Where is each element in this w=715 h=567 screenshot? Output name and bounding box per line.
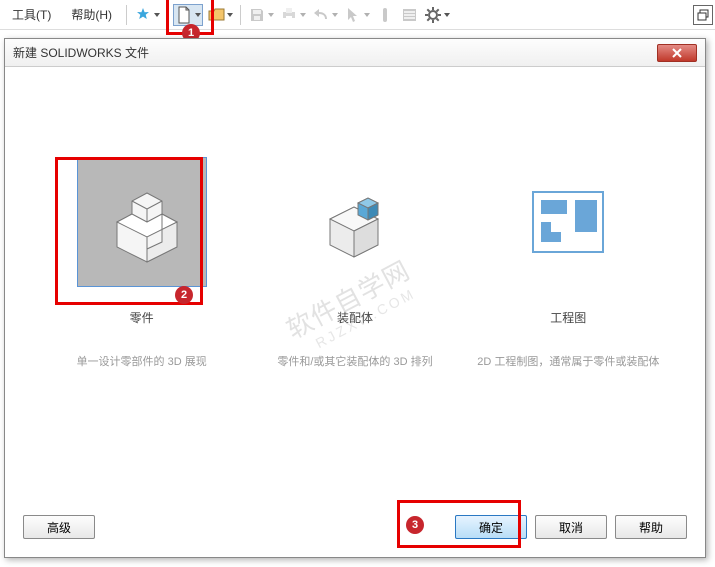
rebuild-button[interactable]	[374, 4, 396, 26]
drawing-icon	[523, 182, 613, 262]
help-button[interactable]: 帮助	[615, 515, 687, 539]
dialog-button-row: 高级 确定 取消 帮助	[5, 501, 705, 557]
undo-icon	[312, 6, 330, 24]
new-file-dialog: 新建 SOLIDWORKS 文件 零件 单一	[4, 38, 706, 558]
chevron-down-icon	[300, 13, 306, 17]
dialog-title: 新建 SOLIDWORKS 文件	[13, 44, 149, 61]
restore-icon	[697, 9, 709, 21]
tutorial-badge-3: 3	[406, 516, 424, 534]
option-iconbox	[503, 157, 633, 287]
option-title: 装配体	[255, 309, 455, 326]
rebuild-icon	[376, 6, 394, 24]
star-icon	[134, 6, 152, 24]
gear-icon	[424, 6, 442, 24]
option-iconbox	[290, 157, 420, 287]
part-icon	[97, 177, 187, 267]
option-assembly[interactable]: 装配体 零件和/或其它装配体的 3D 排列	[255, 157, 455, 371]
chevron-down-icon	[364, 13, 370, 17]
menu-tools[interactable]: 工具(T)	[2, 2, 61, 27]
close-icon	[671, 48, 683, 58]
dialog-titlebar: 新建 SOLIDWORKS 文件	[5, 39, 705, 67]
open-folder-icon	[207, 6, 225, 24]
new-file-icon	[175, 6, 193, 24]
separator	[126, 5, 127, 25]
tutorial-badge-2: 2	[175, 286, 193, 304]
close-button[interactable]	[657, 44, 697, 62]
print-button[interactable]	[278, 4, 308, 26]
option-iconbox	[77, 157, 207, 287]
option-desc: 单一设计零部件的 3D 展现	[42, 354, 242, 371]
list-icon	[400, 6, 418, 24]
main-toolbar: 工具(T) 帮助(H)	[0, 0, 715, 30]
save-icon	[248, 6, 266, 24]
ok-button[interactable]: 确定	[455, 515, 527, 539]
star-button[interactable]	[132, 4, 162, 26]
cancel-button[interactable]: 取消	[535, 515, 607, 539]
chevron-down-icon	[195, 13, 201, 17]
chevron-down-icon	[332, 13, 338, 17]
option-part[interactable]: 零件 单一设计零部件的 3D 展现	[42, 157, 242, 371]
select-button[interactable]	[342, 4, 372, 26]
option-desc: 零件和/或其它装配体的 3D 排列	[255, 354, 455, 371]
restore-window-button[interactable]	[693, 5, 713, 25]
options-list-button[interactable]	[398, 4, 420, 26]
chevron-down-icon	[268, 13, 274, 17]
assembly-icon	[310, 177, 400, 267]
settings-button[interactable]	[422, 4, 452, 26]
cursor-icon	[344, 6, 362, 24]
option-title: 零件	[42, 309, 242, 326]
option-drawing[interactable]: 工程图 2D 工程制图，通常属于零件或装配体	[468, 157, 668, 371]
separator	[240, 5, 241, 25]
template-options: 零件 单一设计零部件的 3D 展现	[5, 67, 705, 391]
new-file-button[interactable]	[173, 4, 203, 26]
option-title: 工程图	[468, 309, 668, 326]
chevron-down-icon	[227, 13, 233, 17]
menu-help[interactable]: 帮助(H)	[61, 2, 122, 27]
option-desc: 2D 工程制图，通常属于零件或装配体	[468, 354, 668, 371]
dialog-body: 零件 单一设计零部件的 3D 展现	[5, 67, 705, 557]
separator	[167, 5, 168, 25]
undo-button[interactable]	[310, 4, 340, 26]
save-button[interactable]	[246, 4, 276, 26]
print-icon	[280, 6, 298, 24]
advanced-button[interactable]: 高级	[23, 515, 95, 539]
chevron-down-icon	[154, 13, 160, 17]
chevron-down-icon	[444, 13, 450, 17]
open-button[interactable]	[205, 4, 235, 26]
